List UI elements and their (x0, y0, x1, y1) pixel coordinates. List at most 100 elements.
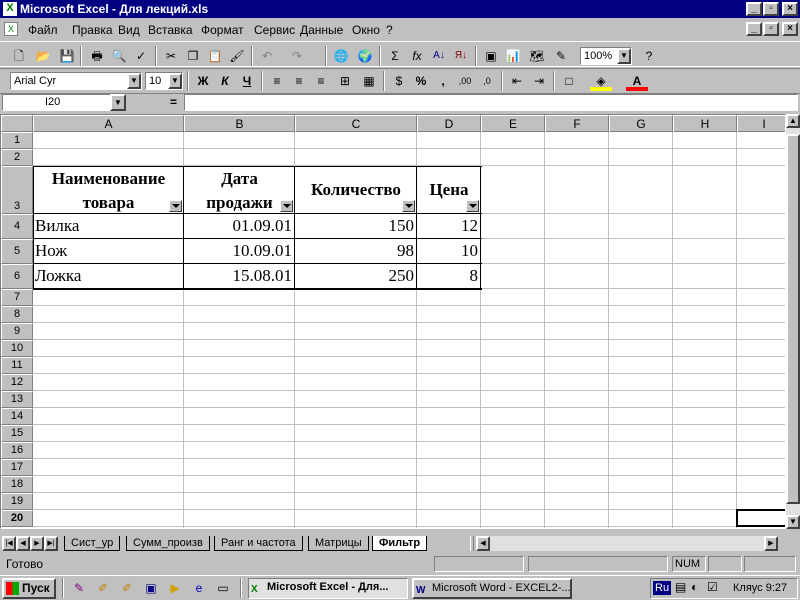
font-color-icon[interactable]: A (626, 71, 648, 91)
task-word[interactable]: W Microsoft Word - EXCEL2-... (412, 578, 572, 599)
menu-format[interactable]: Формат (201, 23, 244, 37)
row-header-5[interactable]: 5 (1, 239, 33, 264)
row-header-4[interactable]: 4 (1, 214, 33, 239)
zoom-select[interactable]: 100% ▼ (580, 47, 632, 65)
row-header-16[interactable]: 16 (1, 442, 33, 459)
copy-icon[interactable]: ❐ (182, 46, 204, 66)
currency-icon[interactable]: $ (388, 71, 410, 91)
column-header-c[interactable]: C (295, 115, 417, 132)
open-folder-icon[interactable]: 📂 (32, 46, 54, 66)
column-header-d[interactable]: D (417, 115, 481, 132)
column-header-g[interactable]: G (609, 115, 673, 132)
table-icon[interactable]: ▦ (358, 71, 380, 91)
formula-equals[interactable]: = (170, 95, 177, 109)
table-cell[interactable]: 10 (417, 240, 478, 262)
paste-icon[interactable]: 📋 (204, 46, 226, 66)
start-button[interactable]: Пуск (2, 578, 56, 599)
prev-sheet-icon[interactable]: ◀ (16, 536, 30, 551)
map-globe-icon[interactable]: 🗺 (526, 46, 548, 66)
quicklaunch-outlook-icon[interactable]: ✎ (68, 578, 90, 598)
undo-icon[interactable]: ↶ (256, 46, 278, 66)
vertical-scrollbar[interactable]: ▲ ▼ (786, 114, 800, 529)
decrease-decimal-icon[interactable]: ,0 (476, 71, 498, 91)
map-icon[interactable]: ▣ (480, 46, 502, 66)
function-wizard-icon[interactable]: fx (406, 46, 428, 66)
row-header-18[interactable]: 18 (1, 476, 33, 493)
bold-button[interactable]: Ж (192, 71, 214, 91)
quicklaunch-ie-icon[interactable]: e (188, 578, 210, 598)
excel-icon[interactable]: X (3, 2, 17, 16)
scroll-up-icon[interactable]: ▲ (786, 114, 800, 128)
scroll-right-icon[interactable]: ▶ (764, 536, 778, 551)
doc-close-button[interactable]: × (782, 22, 798, 36)
task-excel[interactable]: X Microsoft Excel - Для... (248, 578, 408, 599)
row-header-10[interactable]: 10 (1, 340, 33, 357)
table-cell[interactable]: 150 (295, 215, 415, 237)
italic-button[interactable]: К (214, 71, 236, 91)
cut-icon[interactable]: ✂ (160, 46, 182, 66)
increase-decimal-icon[interactable]: ,00 (454, 71, 476, 91)
column-header-e[interactable]: E (481, 115, 545, 132)
row-header-7[interactable]: 7 (1, 289, 33, 306)
worksheet-grid[interactable]: A B C D E F G H I 1 2 3 4 5 6 7 8 9 10 11 12 13 14 15 16 17 18 19 20… (0, 114, 786, 529)
sheet-tab-summ-proizv[interactable]: Сумм_произв (126, 536, 210, 551)
chart-wizard-icon[interactable]: 📊 (502, 46, 524, 66)
quicklaunch-media-icon[interactable]: ▶ (164, 578, 186, 598)
fill-color-icon[interactable]: ◈ (590, 71, 612, 91)
tray-app-icon[interactable]: ▤ (675, 580, 686, 594)
table-cell[interactable]: 250 (295, 265, 415, 287)
spelling-icon[interactable]: ✓ (130, 46, 152, 66)
name-box[interactable]: I20 (2, 94, 112, 111)
column-header-a[interactable]: A (33, 115, 184, 132)
doc-restore-button[interactable]: ▫ (763, 22, 779, 36)
scroll-left-icon[interactable]: ◀ (476, 536, 490, 551)
table-cell[interactable]: 10.09.01 (184, 240, 293, 262)
drawing-icon[interactable]: ✎ (550, 46, 572, 66)
quicklaunch-desktop-icon[interactable]: ▭ (212, 578, 234, 598)
row-header-17[interactable]: 17 (1, 459, 33, 476)
print-icon[interactable]: 🖶 (86, 46, 108, 66)
comma-button[interactable]: , (432, 71, 454, 91)
row-header-11[interactable]: 11 (1, 357, 33, 374)
font-dropdown-icon[interactable]: ▼ (127, 73, 141, 89)
table-cell[interactable]: Вилка (35, 215, 79, 237)
align-center-icon[interactable]: ≡ (288, 71, 310, 91)
tray-speaker-icon[interactable]: ◐ (691, 580, 698, 594)
formula-input[interactable] (184, 94, 798, 111)
redo-icon[interactable]: ↷ (286, 46, 308, 66)
menu-tools[interactable]: Сервис (254, 23, 295, 37)
web-toolbar-icon[interactable]: 🌍 (354, 46, 376, 66)
select-all-corner[interactable] (1, 115, 33, 132)
save-icon[interactable]: 💾 (56, 46, 78, 66)
menu-data[interactable]: Данные (300, 23, 343, 37)
autofilter-dropdown-icon[interactable] (169, 200, 182, 212)
row-header-15[interactable]: 15 (1, 425, 33, 442)
doc-minimize-button[interactable]: _ (746, 22, 762, 36)
close-button[interactable]: × (782, 2, 798, 16)
column-header-f[interactable]: F (545, 115, 609, 132)
name-box-dropdown-icon[interactable]: ▼ (110, 94, 126, 111)
hyperlink-icon[interactable]: 🌐 (330, 46, 352, 66)
sort-ascending-icon[interactable]: А↓ (428, 46, 450, 66)
zoom-dropdown-icon[interactable]: ▼ (617, 48, 631, 64)
workbook-icon[interactable]: X (4, 22, 18, 36)
row-header-14[interactable]: 14 (1, 408, 33, 425)
quicklaunch-pen-icon[interactable]: ✐ (92, 578, 114, 598)
sheet-tab-rang[interactable]: Ранг и частота (214, 536, 303, 551)
column-header-h[interactable]: H (673, 115, 737, 132)
row-header-13[interactable]: 13 (1, 391, 33, 408)
row-header-6[interactable]: 6 (1, 264, 33, 289)
table-cell[interactable]: 01.09.01 (184, 215, 293, 237)
decrease-indent-icon[interactable]: ⇤ (506, 71, 528, 91)
row-header-1[interactable]: 1 (1, 132, 33, 149)
align-right-icon[interactable]: ≡ (310, 71, 332, 91)
font-size-select[interactable]: 10 ▼ (145, 72, 183, 90)
active-cell-i20[interactable] (736, 509, 785, 527)
percent-button[interactable]: % (410, 71, 432, 91)
office-assistant-icon[interactable]: ? (638, 46, 660, 66)
menu-help[interactable]: ? (386, 23, 393, 37)
borders-icon[interactable]: □ (558, 71, 580, 91)
new-document-icon[interactable]: 🗋 (8, 46, 30, 66)
menu-view[interactable]: Вид (118, 23, 140, 37)
row-header-9[interactable]: 9 (1, 323, 33, 340)
